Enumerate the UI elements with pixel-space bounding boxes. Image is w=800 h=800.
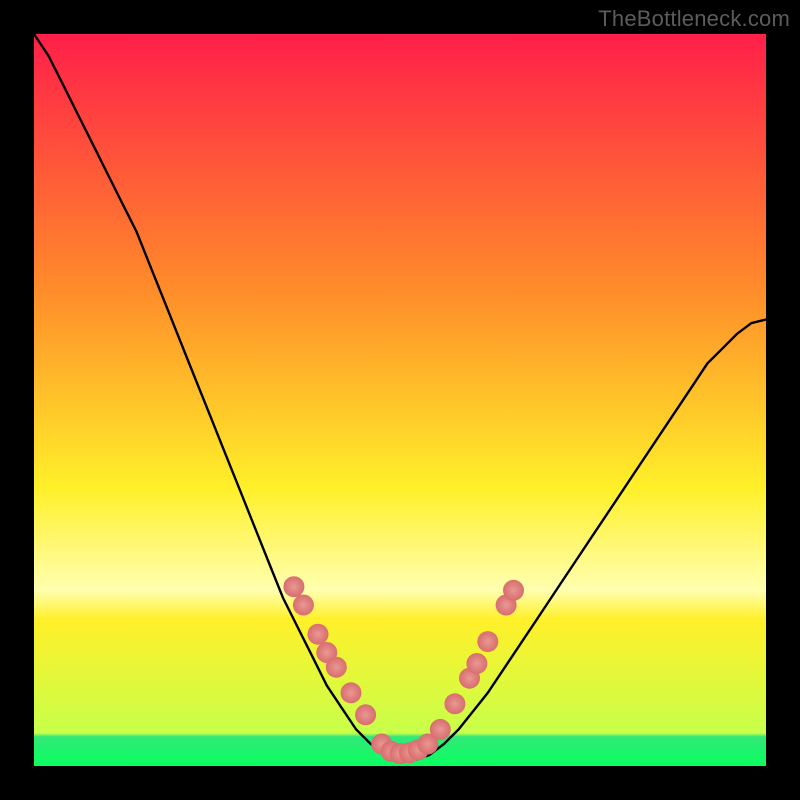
curve-marker — [355, 704, 376, 725]
curve-marker — [477, 631, 498, 652]
attribution-label: TheBottleneck.com — [598, 6, 790, 32]
curve-marker — [503, 580, 524, 601]
curve-marker — [326, 657, 347, 678]
curve-marker — [444, 693, 465, 714]
gradient-background — [34, 34, 766, 766]
curve-marker — [308, 624, 329, 645]
curve-marker — [293, 595, 314, 616]
curve-marker — [283, 576, 304, 597]
plot-area — [34, 34, 766, 766]
curve-marker — [341, 682, 362, 703]
curve-marker — [430, 719, 451, 740]
curve-marker — [466, 653, 487, 674]
plot-svg — [34, 34, 766, 766]
chart-frame: TheBottleneck.com — [0, 0, 800, 800]
